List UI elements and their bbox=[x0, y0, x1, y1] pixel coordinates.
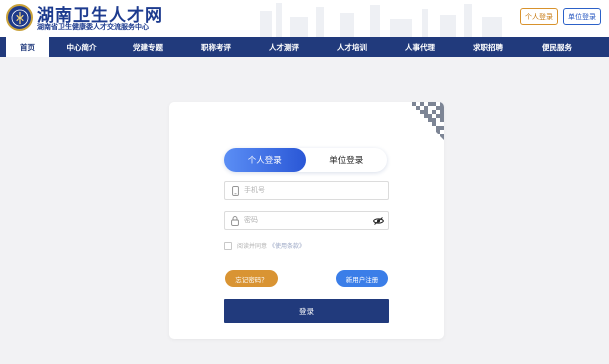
tab-personal-login[interactable]: 个人登录 bbox=[224, 148, 306, 172]
terms-agreement: 阅读并同意 《使用条款》 bbox=[224, 241, 305, 250]
agree-checkbox[interactable] bbox=[224, 241, 232, 250]
nav-item-services[interactable]: 便民服务 bbox=[522, 37, 592, 57]
password-field bbox=[224, 211, 389, 230]
site-header: 湖南卫生人才网 湖南省卫生健康委人才交流服务中心 个人登录 单位登录 bbox=[0, 0, 609, 37]
login-type-tabs: 个人登录 单位登录 bbox=[224, 148, 387, 172]
personal-login-button[interactable]: 个人登录 bbox=[520, 8, 558, 25]
login-card: 个人登录 单位登录 阅读并同意 《使用条款》 忘记密码？ 新用户注册 登录 bbox=[169, 102, 444, 339]
lock-icon bbox=[228, 212, 242, 229]
phone-input[interactable] bbox=[242, 183, 388, 198]
agree-text: 阅读并同意 bbox=[237, 244, 268, 250]
password-input[interactable] bbox=[242, 213, 371, 228]
eye-slash-icon[interactable] bbox=[371, 212, 385, 229]
main-nav: 首页 中心简介 党建专题 职称考评 人才测评 人才培训 人事代理 求职招聘 便民… bbox=[0, 37, 609, 57]
qr-code-icon[interactable] bbox=[406, 102, 444, 140]
nav-item-agency[interactable]: 人事代理 bbox=[386, 37, 454, 57]
phone-icon bbox=[228, 182, 242, 199]
nav-item-jobs[interactable]: 求职招聘 bbox=[454, 37, 522, 57]
emblem-icon[interactable] bbox=[6, 4, 33, 31]
site-subtitle: 湖南省卫生健康委人才交流服务中心 bbox=[37, 24, 149, 31]
register-button[interactable]: 新用户注册 bbox=[336, 270, 388, 287]
header-background-skyline bbox=[250, 0, 520, 37]
nav-item-party[interactable]: 党建专题 bbox=[114, 37, 182, 57]
nav-item-assessment[interactable]: 人才测评 bbox=[250, 37, 318, 57]
terms-link[interactable]: 《使用条款》 bbox=[269, 241, 305, 250]
forgot-password-button[interactable]: 忘记密码？ bbox=[225, 270, 278, 287]
tab-unit-login[interactable]: 单位登录 bbox=[306, 148, 388, 172]
nav-item-title-review[interactable]: 职称考评 bbox=[182, 37, 250, 57]
login-submit-button[interactable]: 登录 bbox=[224, 299, 389, 323]
phone-field bbox=[224, 181, 389, 200]
nav-item-training[interactable]: 人才培训 bbox=[318, 37, 386, 57]
nav-item-home[interactable]: 首页 bbox=[6, 37, 49, 57]
nav-item-about[interactable]: 中心简介 bbox=[49, 37, 114, 57]
unit-login-button[interactable]: 单位登录 bbox=[563, 8, 601, 25]
